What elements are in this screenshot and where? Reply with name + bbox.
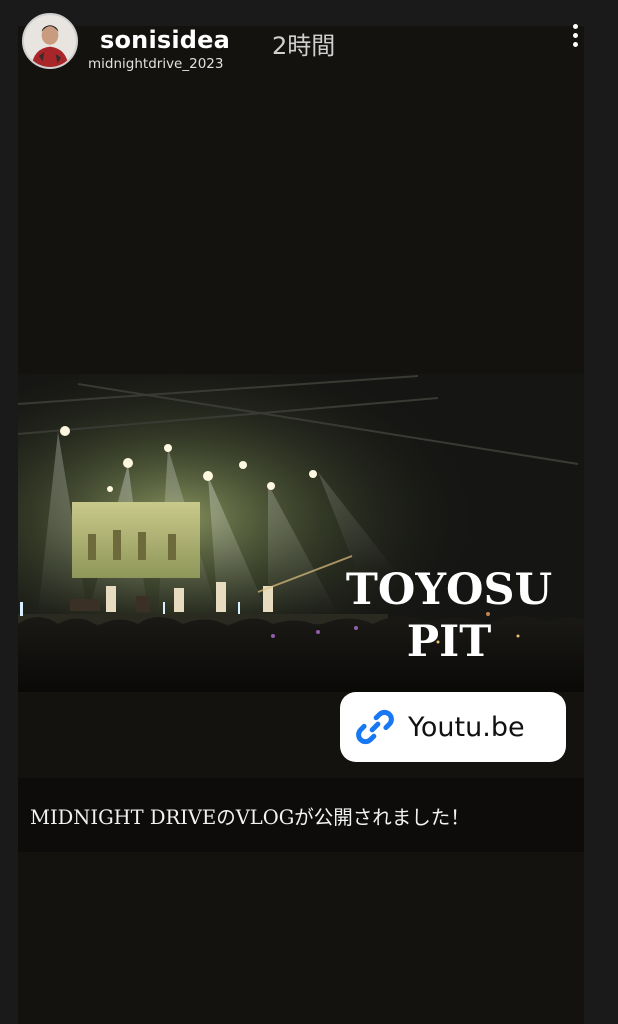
story-caption: MIDNIGHT DRIVEのVLOGが公開されました！: [30, 805, 470, 829]
venue-title: TOYOSU PIT: [336, 564, 562, 668]
profile-avatar[interactable]: [22, 13, 78, 69]
link-sticker[interactable]: Youtu.be: [340, 692, 566, 762]
username[interactable]: sonisidea: [100, 26, 230, 54]
venue-title-line1: TOYOSU: [345, 565, 553, 615]
caption-band: MIDNIGHT DRIVEのVLOGが公開されました！: [18, 778, 584, 852]
link-label: Youtu.be: [408, 711, 525, 743]
link-icon: [356, 709, 394, 745]
post-time: 2時間: [272, 32, 336, 60]
story-header: sonisidea 2時間 midnightdrive_2023: [0, 0, 618, 84]
avatar-image: [24, 15, 76, 67]
venue-title-line2: PIT: [406, 617, 492, 667]
story-card[interactable]: TOYOSU PIT Youtu.be MIDNIGHT DRIVEのVLOGが…: [18, 26, 584, 1024]
more-vertical-icon[interactable]: [566, 24, 584, 56]
sub-account-label[interactable]: midnightdrive_2023: [88, 56, 223, 72]
